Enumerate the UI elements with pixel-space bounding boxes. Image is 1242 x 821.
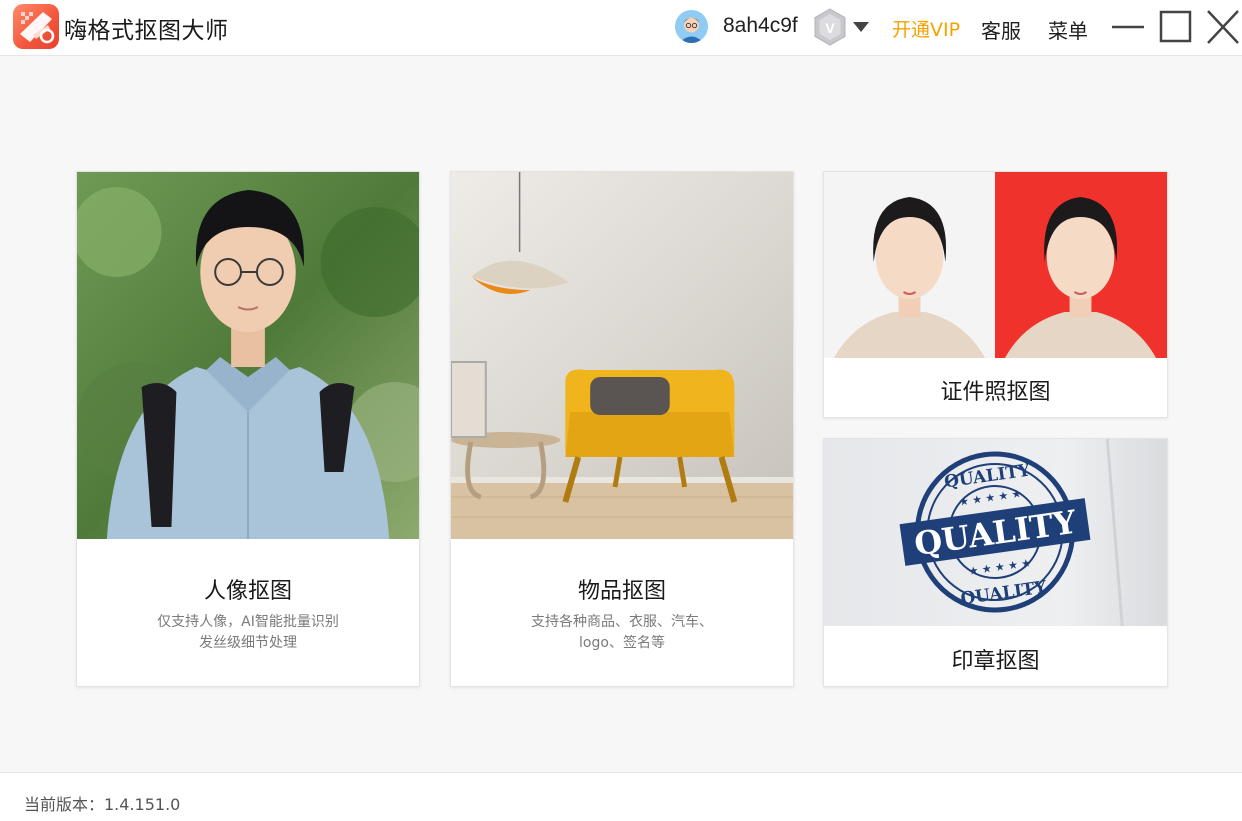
title-bar: 嗨格式抠图大师 8ah4c9f V 开通VIP 客服 菜单	[0, 0, 1242, 56]
close-icon[interactable]	[1203, 8, 1242, 48]
status-footer: 当前版本：1.4.151.0	[0, 772, 1242, 821]
card-title: 人像抠图	[203, 579, 292, 604]
card-title: 证件照抠图	[940, 380, 1051, 405]
user-avatar-icon[interactable]	[675, 10, 708, 43]
card-description-line1: 支持各种商品、衣服、汽车、	[531, 614, 713, 630]
seal-cutout-card[interactable]: QUALITY QUALITY QUALITY ★ ★ ★ ★ ★ ★ ★ ★ …	[823, 438, 1168, 687]
customer-service-link[interactable]: 客服	[981, 15, 1021, 44]
id-photo-sample-image	[824, 172, 1167, 358]
svg-text:V: V	[825, 20, 835, 36]
scissors-logo-icon	[13, 4, 59, 49]
version-label: 当前版本：1.4.151.0	[24, 795, 181, 814]
card-description-line2: 发丝级细节处理	[199, 635, 297, 651]
open-vip-link[interactable]: 开通VIP	[892, 15, 960, 42]
portrait-sample-image	[77, 172, 419, 539]
minimize-icon[interactable]	[1108, 8, 1148, 48]
object-sample-image	[451, 172, 793, 539]
id-photo-cutout-card[interactable]: 证件照抠图	[823, 171, 1168, 418]
app-title: 嗨格式抠图大师	[64, 18, 229, 44]
seal-sample-image: QUALITY QUALITY QUALITY ★ ★ ★ ★ ★ ★ ★ ★ …	[824, 439, 1167, 626]
vip-shield-badge-icon[interactable]: V	[812, 8, 848, 46]
object-cutout-card[interactable]: 物品抠图 支持各种商品、衣服、汽车、 logo、签名等	[450, 171, 794, 687]
chevron-down-icon[interactable]	[851, 19, 871, 33]
card-description-line2: logo、签名等	[579, 635, 665, 651]
card-title: 印章抠图	[951, 649, 1040, 674]
card-description-line1: 仅支持人像，AI智能批量识别	[157, 614, 339, 630]
portrait-cutout-card[interactable]: 人像抠图 仅支持人像，AI智能批量识别 发丝级细节处理	[76, 171, 420, 687]
card-title: 物品抠图	[577, 579, 666, 604]
maximize-icon[interactable]	[1156, 8, 1196, 48]
menu-button[interactable]: 菜单	[1048, 15, 1088, 44]
username[interactable]: 8ah4c9f	[723, 14, 798, 38]
